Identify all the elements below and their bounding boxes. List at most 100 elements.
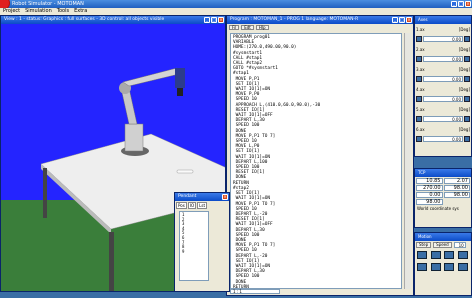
axis-value[interactable]: 0.00 <box>423 56 463 62</box>
program-maximize-button[interactable]: □ <box>399 17 405 23</box>
view-minimize-button[interactable]: _ <box>204 17 210 23</box>
view-title: View : 1 - status: Graphics : full surfa… <box>4 17 165 22</box>
program-menu-help[interactable]: Hlp <box>255 25 269 30</box>
tcp-title-bar[interactable]: TCP <box>415 169 471 177</box>
view-close-button[interactable]: × <box>218 17 224 23</box>
pendant-window: Pendant × Pos IO Lst 123456789 <box>174 192 230 292</box>
pendant-list-item[interactable]: 9 <box>182 249 206 255</box>
axis-label: 3.ax <box>416 66 425 72</box>
pendant-title-bar[interactable]: Pendant × <box>175 193 229 201</box>
tcp-x-value[interactable]: 10.85 <box>416 178 443 184</box>
tcp-z-value[interactable]: 270.00 <box>416 185 443 191</box>
robot-wrist <box>175 68 185 88</box>
axis-value[interactable]: 0.00 <box>423 36 463 42</box>
axis-increment-button[interactable] <box>464 36 470 42</box>
axis-label: 1.ax <box>416 26 425 32</box>
step-button[interactable]: Step <box>416 242 432 248</box>
view-title-bar[interactable]: View : 1 - status: Graphics : full surfa… <box>1 16 225 24</box>
program-editor[interactable]: PROGRAM prog01 VARIABLE HOME:(270.0,490.00… <box>230 33 402 289</box>
axis-header: 5.ax [Deg] <box>415 104 471 114</box>
tcp-panel: TCP 10.85 2.07 270.00 98.00 0.00 98.00 9… <box>414 168 472 228</box>
menu-tools[interactable]: Tools <box>57 8 69 15</box>
jog-button[interactable] <box>430 251 441 259</box>
workpiece[interactable] <box>176 169 194 174</box>
axis-label: 5.ax <box>416 106 425 112</box>
jog-button[interactable] <box>457 251 468 259</box>
program-minimize-button[interactable]: _ <box>392 17 398 23</box>
tcp-y-value[interactable]: 2.07 <box>443 178 470 184</box>
jog-button[interactable] <box>417 251 427 259</box>
menu-simulation[interactable]: Simulation <box>25 8 52 15</box>
motion-title: Motion <box>418 234 432 239</box>
close-button[interactable]: × <box>465 1 471 7</box>
pendant-title: Pendant <box>178 194 197 199</box>
axis-value[interactable]: 0.00 <box>423 116 463 122</box>
axis-unit: [Deg] <box>458 106 470 112</box>
axis-label: 6.ax <box>416 126 425 132</box>
program-menu-file[interactable]: Fil <box>229 25 240 30</box>
minimize-button[interactable]: _ <box>451 1 457 7</box>
jog-button[interactable] <box>457 263 468 271</box>
menu-extra[interactable]: Extra <box>74 8 87 15</box>
axis-header: 4.ax [Deg] <box>415 84 471 94</box>
axis-decrement-button[interactable] <box>416 76 422 82</box>
axis-control: 0.00 <box>415 54 471 64</box>
axis-decrement-button[interactable] <box>416 136 422 142</box>
axis-control: 0.00 <box>415 74 471 84</box>
axis-increment-button[interactable] <box>464 76 470 82</box>
axis-decrement-button[interactable] <box>416 36 422 42</box>
tcp-c-value[interactable]: 98.00 <box>443 192 470 198</box>
menu-project[interactable]: Project <box>3 8 20 15</box>
tab-pos[interactable]: Pos <box>176 202 187 209</box>
app-title: Robot Simulator - MOTOMAN <box>12 1 84 7</box>
tcp-b-value[interactable]: 0.00 <box>416 192 443 198</box>
table-leg <box>109 232 114 291</box>
program-title: Program : MOTOMAN_1 - PROG 1 language: M… <box>230 17 359 22</box>
axis-value[interactable]: 0.00 <box>423 76 463 82</box>
program-status: 1 : 1 <box>230 289 280 294</box>
axes-title-bar[interactable]: Axes <box>415 16 471 24</box>
axis-decrement-button[interactable] <box>416 116 422 122</box>
axis-unit: [Deg] <box>458 126 470 132</box>
axes-panel: Axes 1.ax [Deg] 0.00 2.ax [Deg] 0.00 3.ax [Deg]… <box>414 15 472 157</box>
table-leg <box>43 168 47 218</box>
axis-value[interactable]: 0.00 <box>423 136 463 142</box>
axis-increment-button[interactable] <box>464 56 470 62</box>
axis-decrement-button[interactable] <box>416 96 422 102</box>
robot-gripper <box>177 88 183 96</box>
jog-button[interactable] <box>430 263 441 271</box>
view-maximize-button[interactable]: □ <box>211 17 217 23</box>
pendant-close-button[interactable]: × <box>222 194 228 200</box>
axis-control: 0.00 <box>415 94 471 104</box>
tab-list[interactable]: Lst <box>197 202 208 209</box>
program-close-button[interactable]: × <box>406 17 412 23</box>
app-title-bar: Robot Simulator - MOTOMAN _ □ × <box>0 0 472 8</box>
axis-header: 2.ax [Deg] <box>415 44 471 54</box>
axis-decrement-button[interactable] <box>416 56 422 62</box>
tcp-a-value[interactable]: 98.00 <box>443 185 470 191</box>
program-title-bar[interactable]: Program : MOTOMAN_1 - PROG 1 language: M… <box>227 16 413 24</box>
pendant-list[interactable]: 123456789 <box>179 211 209 281</box>
axis-increment-button[interactable] <box>464 116 470 122</box>
axis-increment-button[interactable] <box>464 136 470 142</box>
jog-button[interactable] <box>444 251 455 259</box>
jog-button[interactable] <box>444 263 455 271</box>
tcp-d-value[interactable]: 98.00 <box>416 199 443 205</box>
maximize-button[interactable]: □ <box>458 1 464 7</box>
motion-title-bar[interactable]: Motion <box>415 233 471 241</box>
program-toolbar: Fil Edt Hlp <box>227 24 413 31</box>
axis-unit: [Deg] <box>458 46 470 52</box>
speed-value[interactable]: 10 <box>453 242 466 248</box>
jog-button[interactable] <box>417 263 427 271</box>
tab-io[interactable]: IO <box>187 202 197 209</box>
program-menu-edit[interactable]: Edt <box>241 25 254 30</box>
axis-value[interactable]: 0.00 <box>423 96 463 102</box>
axis-control: 0.00 <box>415 134 471 144</box>
motion-panel: Motion Step Speed 10 <box>414 232 472 296</box>
axis-control: 0.00 <box>415 34 471 44</box>
speed-button[interactable]: Speed <box>433 242 452 248</box>
axis-label: 4.ax <box>416 86 425 92</box>
program-scrollbar[interactable] <box>404 33 411 289</box>
axis-increment-button[interactable] <box>464 96 470 102</box>
tcp-title: TCP <box>418 170 426 175</box>
